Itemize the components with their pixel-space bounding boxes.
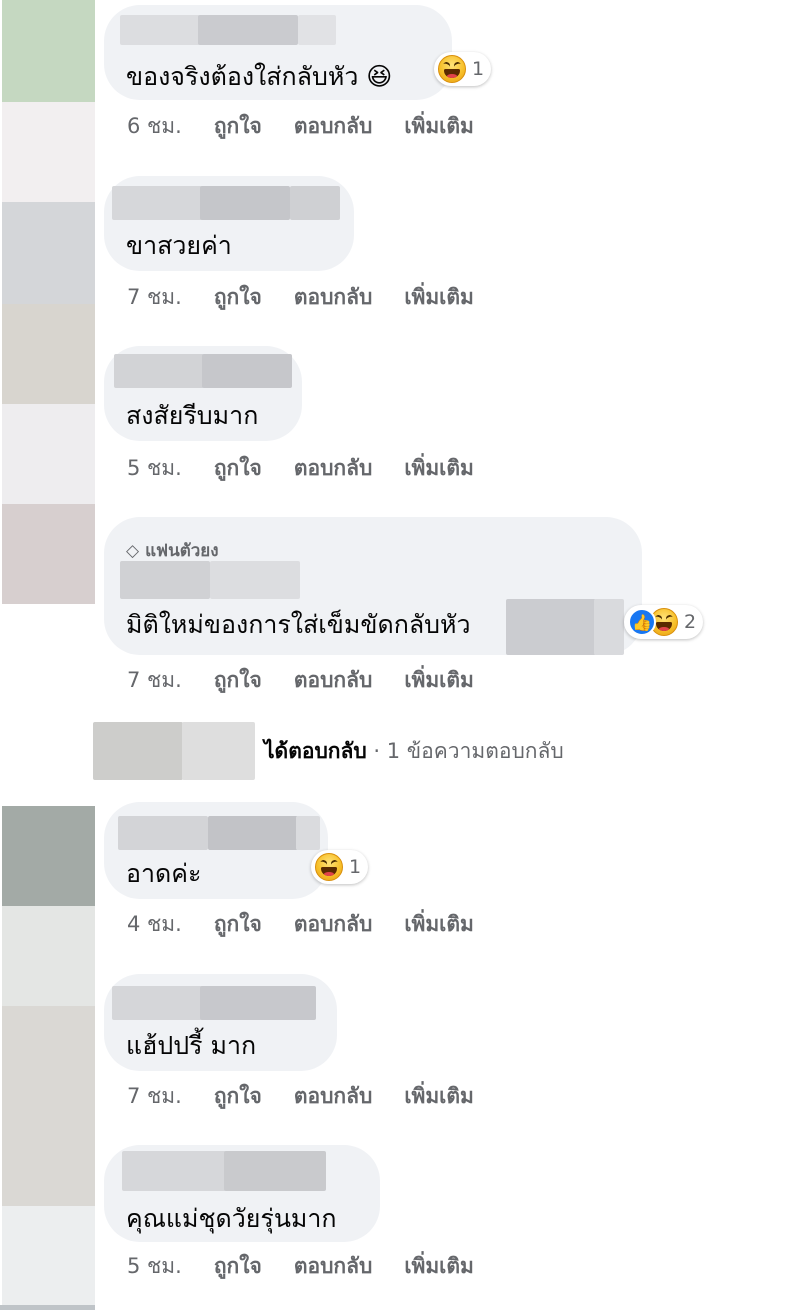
comment-actions: 6 ชม. ถูกใจ ตอบกลับ เพิ่มเติม [127, 110, 506, 143]
reply-count: · 1 ข้อความตอบกลับ [366, 739, 564, 763]
comment-text: คุณแม่ชุดวัยรุ่นมาก [126, 1204, 337, 1233]
avatar[interactable] [2, 504, 95, 604]
reaction-count: 1 [349, 856, 362, 878]
diamond-icon: ◇ [126, 541, 140, 561]
mentioned-name[interactable] [506, 599, 596, 655]
mentioned-name[interactable] [594, 599, 624, 655]
haha-emoji-icon [315, 853, 343, 881]
author-name[interactable] [120, 15, 200, 45]
comment-actions: 5 ชม. ถูกใจ ตอบกลับ เพิ่มเติม [127, 1250, 506, 1283]
comment-bubble: ของจริงต้องใส่กลับหัว 😆 [104, 5, 452, 100]
reply-link[interactable]: ตอบกลับ [294, 456, 373, 480]
reaction-summary[interactable]: 👍 2 [624, 605, 704, 639]
like-link[interactable]: ถูกใจ [214, 285, 262, 309]
reply-link[interactable]: ตอบกลับ [294, 1254, 373, 1278]
avatar[interactable] [2, 304, 95, 404]
reaction-count: 1 [472, 58, 485, 80]
author-name[interactable] [200, 186, 290, 220]
author-name[interactable] [200, 986, 316, 1020]
more-link[interactable]: เพิ่มเติม [404, 456, 474, 480]
comment-actions: 7 ชม. ถูกใจ ตอบกลับ เพิ่มเติม [127, 281, 506, 314]
reaction-summary[interactable]: 1 [434, 52, 492, 86]
avatar[interactable] [2, 1006, 95, 1206]
comment-text: ของจริงต้องใส่กลับหัว 😆 [126, 62, 393, 91]
comment-actions: 5 ชม. ถูกใจ ตอบกลับ เพิ่มเติม [127, 452, 506, 485]
comment-bubble: สงสัยรีบมาก [104, 346, 302, 441]
badge-label: แฟนตัวยง [145, 541, 219, 561]
view-replies-link[interactable]: ได้ตอบกลับ · 1 ข้อความตอบกลับ [264, 735, 564, 768]
more-link[interactable]: เพิ่มเติม [404, 1084, 474, 1108]
more-link[interactable]: เพิ่มเติม [404, 912, 474, 936]
comment-bubble: ขาสวยค่า [104, 176, 354, 271]
comment-timestamp[interactable]: 7 ชม. [127, 285, 182, 309]
author-name[interactable] [208, 816, 298, 850]
comment-text: ขาสวยค่า [126, 231, 232, 260]
more-link[interactable]: เพิ่มเติม [404, 285, 474, 309]
author-name[interactable] [202, 354, 292, 388]
comment-actions: 4 ชม. ถูกใจ ตอบกลับ เพิ่มเติม [127, 908, 506, 941]
author-name[interactable] [122, 1151, 226, 1191]
comment-bubble: ◇ แฟนตัวยง มิติใหม่ของการใส่เข็มขัดกลับหั… [104, 517, 642, 655]
comment-timestamp[interactable]: 7 ชม. [127, 668, 182, 692]
avatar[interactable] [2, 906, 95, 1006]
reaction-count: 2 [684, 611, 697, 633]
reaction-summary[interactable]: 1 [311, 850, 369, 884]
like-link[interactable]: ถูกใจ [214, 912, 262, 936]
comment-timestamp[interactable]: 5 ชม. [127, 456, 182, 480]
avatar[interactable] [2, 102, 95, 202]
avatar[interactable] [2, 202, 95, 304]
reply-link[interactable]: ตอบกลับ [294, 114, 373, 138]
avatar[interactable] [2, 404, 95, 504]
comment-bubble: คุณแม่ชุดวัยรุ่นมาก [104, 1145, 380, 1242]
author-name[interactable] [118, 816, 208, 850]
comment-bubble: อาดค่ะ [104, 802, 328, 899]
author-name[interactable] [298, 15, 336, 45]
more-link[interactable]: เพิ่มเติม [404, 668, 474, 692]
author-name[interactable] [120, 561, 210, 599]
author-name[interactable] [198, 15, 298, 45]
comment-actions: 7 ชม. ถูกใจ ตอบกลับ เพิ่มเติม [127, 664, 506, 697]
author-name[interactable] [296, 816, 320, 850]
author-name[interactable] [290, 186, 340, 220]
comment-text: แฮ้ปปรี้ มาก [126, 1031, 257, 1060]
haha-emoji-icon [438, 55, 466, 83]
author-name[interactable] [112, 986, 202, 1020]
more-link[interactable]: เพิ่มเติม [404, 114, 474, 138]
reply-author-name[interactable] [182, 722, 255, 780]
like-link[interactable]: ถูกใจ [214, 456, 262, 480]
comment-text: สงสัยรีบมาก [126, 401, 259, 430]
comment-timestamp[interactable]: 5 ชม. [127, 1254, 182, 1278]
avatar[interactable] [2, 0, 95, 102]
comment-text: มิติใหม่ของการใส่เข็มขัดกลับหัว [126, 610, 471, 639]
avatar[interactable] [2, 1206, 95, 1310]
comment-timestamp[interactable]: 6 ชม. [127, 114, 182, 138]
like-link[interactable]: ถูกใจ [214, 668, 262, 692]
divider [0, 1305, 95, 1310]
comment-timestamp[interactable]: 7 ชม. [127, 1084, 182, 1108]
author-name[interactable] [114, 354, 204, 388]
top-fan-badge[interactable]: ◇ แฟนตัวยง [126, 537, 219, 564]
reply-link[interactable]: ตอบกลับ [294, 285, 373, 309]
reply-link[interactable]: ตอบกลับ [294, 668, 373, 692]
author-name[interactable] [224, 1151, 326, 1191]
avatar[interactable] [2, 806, 95, 906]
more-link[interactable]: เพิ่มเติม [404, 1254, 474, 1278]
comment-text: อาดค่ะ [126, 859, 202, 888]
like-link[interactable]: ถูกใจ [214, 1084, 262, 1108]
reply-summary-label: ได้ตอบกลับ [264, 739, 367, 763]
comment-actions: 7 ชม. ถูกใจ ตอบกลับ เพิ่มเติม [127, 1080, 506, 1113]
reply-link[interactable]: ตอบกลับ [294, 912, 373, 936]
author-name[interactable] [210, 561, 300, 599]
comment-bubble: แฮ้ปปรี้ มาก [104, 974, 337, 1071]
like-link[interactable]: ถูกใจ [214, 1254, 262, 1278]
author-name[interactable] [112, 186, 202, 220]
reply-link[interactable]: ตอบกลับ [294, 1084, 373, 1108]
reply-avatar[interactable] [93, 722, 183, 780]
comment-timestamp[interactable]: 4 ชม. [127, 912, 182, 936]
like-icon: 👍 [628, 608, 656, 636]
like-link[interactable]: ถูกใจ [214, 114, 262, 138]
